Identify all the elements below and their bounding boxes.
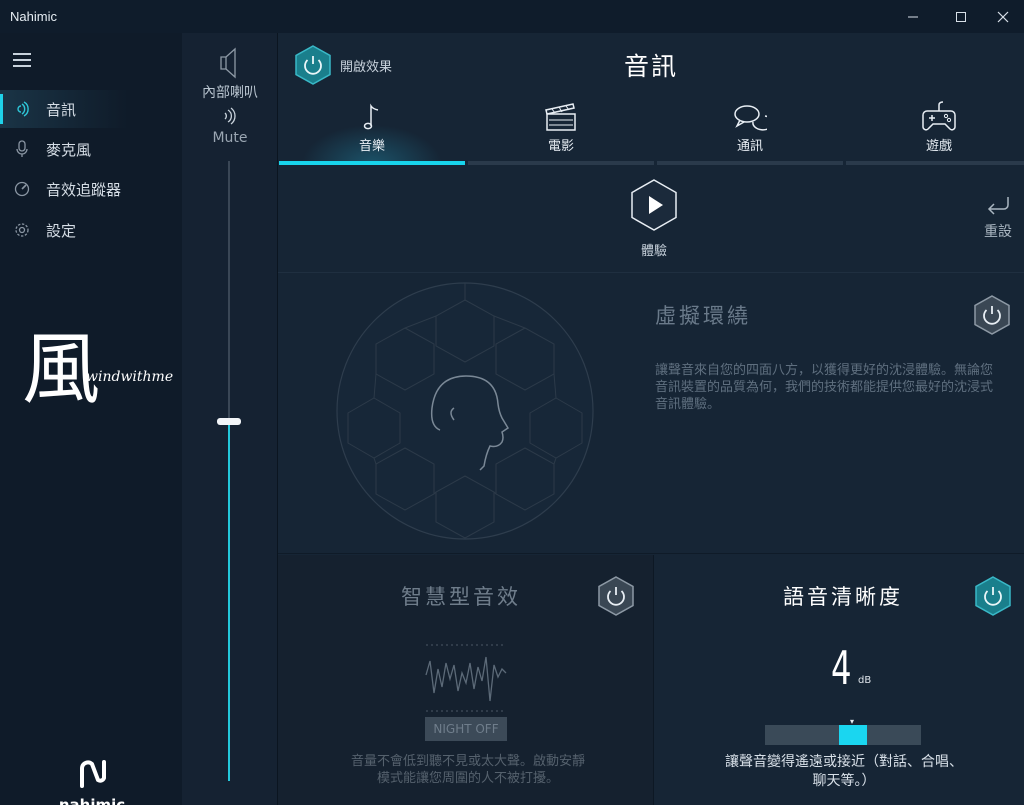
tab-music[interactable]: 音樂 <box>279 97 465 165</box>
smart-volume-section: 智慧型音效 NIGHT OFF 音量不會低到聽不見或太大聲。啟動安靜模式能讓您周… <box>278 555 654 805</box>
nahimic-n-icon <box>80 760 106 788</box>
tab-label: 通訊 <box>736 139 763 154</box>
sidebar-item-label: 麥克風 <box>46 140 92 159</box>
music-note-icon <box>279 99 465 135</box>
smart-volume-power-button[interactable] <box>598 576 634 616</box>
volume-panel: 內部喇叭 Mute <box>182 33 278 805</box>
play-icon <box>631 179 677 231</box>
surround-sphere-graphic <box>334 280 596 542</box>
slider-marker-icon: ▾ <box>850 717 855 726</box>
mute-label[interactable]: Mute <box>182 130 278 146</box>
brand-name: nahimic <box>58 796 126 805</box>
minimize-button[interactable] <box>890 0 936 33</box>
close-icon <box>997 11 1009 22</box>
voice-clarity-section: 語音清晰度 4 dB ▾ 讓聲音變得遙遠或接近（對話、合唱、聊天等。） <box>655 555 1024 805</box>
power-icon <box>598 576 634 616</box>
voice-clarity-slider-handle[interactable] <box>839 725 867 745</box>
hamburger-menu-icon[interactable] <box>13 53 31 67</box>
volume-slider-fill <box>228 421 230 781</box>
tab-label: 音樂 <box>358 139 385 154</box>
return-arrow-icon <box>987 197 1009 215</box>
sound-wave-icon[interactable] <box>222 107 238 129</box>
night-mode-toggle[interactable]: NIGHT OFF <box>425 717 507 741</box>
sidebar-item-label: 設定 <box>46 221 77 240</box>
voice-clarity-power-button[interactable] <box>975 576 1011 616</box>
sidebar: 音訊 麥克風 音效追蹤器 設定 風 windwithme nahimic <box>0 33 182 805</box>
voice-clarity-value: 4 <box>831 641 852 695</box>
minimize-icon <box>908 16 918 17</box>
audio-wave-icon <box>12 99 32 119</box>
smart-volume-title: 智慧型音效 <box>401 585 521 609</box>
tab-gaming[interactable]: 遊戲 <box>846 97 1024 165</box>
maximize-button[interactable] <box>938 0 984 33</box>
power-icon <box>974 295 1010 335</box>
tracker-icon <box>12 179 32 199</box>
virtual-surround-section: 虛擬環繞 讓聲音來自您的四面八方，以獲得更好的沈浸體驗。無論您音訊裝置的品質為何… <box>278 274 1024 554</box>
play-button[interactable] <box>630 179 678 231</box>
play-label: 體驗 <box>640 244 667 259</box>
page-title: 音訊 <box>623 52 678 81</box>
virtual-surround-title: 虛擬環繞 <box>655 304 751 328</box>
microphone-icon <box>12 139 32 159</box>
reset-button[interactable]: 重設 <box>978 195 1018 241</box>
sidebar-item-audio[interactable]: 音訊 <box>0 90 182 128</box>
virtual-surround-description: 讓聲音來自您的四面八方，以獲得更好的沈浸體驗。無論您音訊裝置的品質為何，我們的技… <box>655 363 994 412</box>
clapperboard-icon <box>468 99 654 135</box>
volume-slider-thumb[interactable] <box>217 418 241 426</box>
voice-clarity-description: 讓聲音變得遙遠或接近（對話、合唱、聊天等。） <box>725 754 963 789</box>
preview-section: 體驗 重設 <box>278 165 1024 273</box>
power-icon <box>975 576 1011 616</box>
reset-label: 重設 <box>984 224 1012 240</box>
voice-clarity-slider[interactable]: ▾ <box>765 717 921 745</box>
sidebar-item-label: 音訊 <box>46 100 77 119</box>
window-title: Nahimic <box>10 9 57 24</box>
waveform-graphic <box>424 643 508 713</box>
sidebar-item-settings[interactable]: 設定 <box>0 211 182 249</box>
tab-label: 遊戲 <box>925 139 952 154</box>
main-panel: 開啟效果 音訊 音樂 電影 通訊 遊戲 體驗 重設 虛擬環繞 讓聲音來自您的四面… <box>278 33 1024 805</box>
speaker-icon[interactable] <box>218 47 242 79</box>
watermark-logo: 風 windwithme <box>22 325 182 420</box>
tab-label: 電影 <box>547 139 574 154</box>
gear-icon <box>12 220 32 240</box>
sidebar-item-tracker[interactable]: 音效追蹤器 <box>0 170 182 208</box>
gamepad-icon <box>846 99 1024 135</box>
tab-movie[interactable]: 電影 <box>468 97 654 165</box>
close-button[interactable] <box>980 0 1024 33</box>
sidebar-item-label: 音效追蹤器 <box>46 180 122 199</box>
chat-bubbles-icon <box>657 99 843 135</box>
smart-volume-description: 音量不會低到聽不見或太大聲。啟動安靜模式能讓您周圍的人不被打擾。 <box>350 754 585 786</box>
tab-communication[interactable]: 通訊 <box>657 97 843 165</box>
voice-clarity-title: 語音清晰度 <box>783 585 903 609</box>
sidebar-item-microphone[interactable]: 麥克風 <box>0 130 182 168</box>
surround-power-button[interactable] <box>974 295 1010 335</box>
maximize-icon <box>956 11 966 22</box>
watermark-text: windwithme <box>86 369 174 385</box>
nahimic-logo: nahimic <box>52 760 132 805</box>
voice-clarity-unit: dB <box>858 675 872 686</box>
device-label: 內部喇叭 <box>202 85 258 101</box>
title-bar: Nahimic <box>0 0 1024 33</box>
